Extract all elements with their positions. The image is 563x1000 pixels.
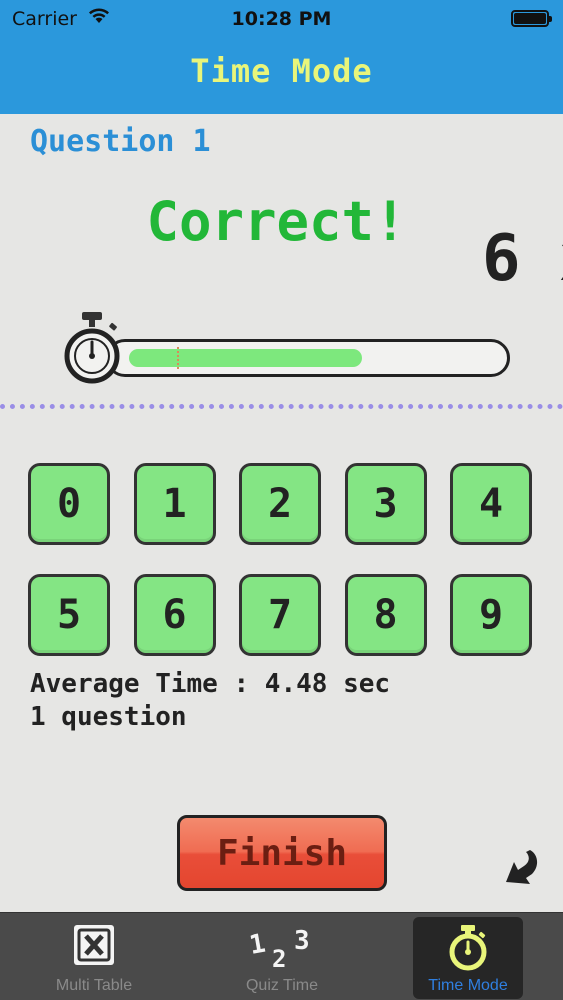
stopwatch-icon — [449, 925, 487, 971]
battery-icon — [511, 10, 552, 27]
keypad-key-0[interactable]: 0 — [28, 463, 110, 545]
header: Carrier 10:28 PM Time Mode — [0, 0, 563, 114]
keypad-key-8[interactable]: 8 — [344, 574, 427, 656]
tab-quiz-time[interactable]: 1 2 3 Quiz Time — [212, 913, 352, 1000]
keypad-key-4[interactable]: 4 — [450, 463, 532, 545]
section-divider — [0, 404, 563, 409]
keypad-key-5[interactable]: 5 — [28, 574, 110, 656]
status-bar: Carrier 10:28 PM — [0, 0, 563, 40]
tab-time-mode[interactable]: Time Mode — [413, 913, 553, 1000]
timer-tick-mark — [177, 347, 179, 369]
average-time-label: Average Time : 4.48 sec — [30, 669, 391, 699]
status-time: 10:28 PM — [231, 8, 332, 30]
multiply-box-icon — [74, 925, 114, 965]
tab-label: Quiz Time — [245, 977, 318, 994]
question-count-label: 1 question — [30, 702, 187, 732]
question-label: Question 1 — [30, 124, 211, 159]
finish-button[interactable]: Finish — [177, 815, 387, 891]
stopwatch-icon — [64, 312, 120, 384]
numbers-123-icon: 1 2 3 — [247, 926, 310, 971]
result-label: Correct! — [146, 190, 407, 253]
timer — [62, 310, 514, 390]
keypad-key-2[interactable]: 2 — [239, 463, 321, 545]
tab-label: Time Mode — [428, 977, 508, 994]
keypad-key-6[interactable]: 6 — [133, 574, 216, 656]
tab-bar: Multi Table 1 2 3 Quiz Time Time Mode — [0, 912, 563, 1000]
timer-progress-fill — [129, 349, 362, 367]
timer-progress-bar — [106, 339, 510, 377]
tab-label: Multi Table — [55, 977, 133, 994]
svg-text:1: 1 — [247, 929, 268, 961]
keypad-key-3[interactable]: 3 — [344, 463, 427, 545]
tab-multi-table[interactable]: Multi Table — [24, 913, 164, 1000]
page-title: Time Mode — [190, 52, 373, 90]
keypad-key-1[interactable]: 1 — [133, 463, 216, 545]
keypad-key-9[interactable]: 9 — [450, 574, 532, 656]
svg-text:2: 2 — [272, 945, 286, 971]
undo-arrow-icon[interactable] — [500, 844, 548, 888]
svg-text:3: 3 — [294, 926, 310, 956]
keypad-key-7[interactable]: 7 — [239, 574, 321, 656]
